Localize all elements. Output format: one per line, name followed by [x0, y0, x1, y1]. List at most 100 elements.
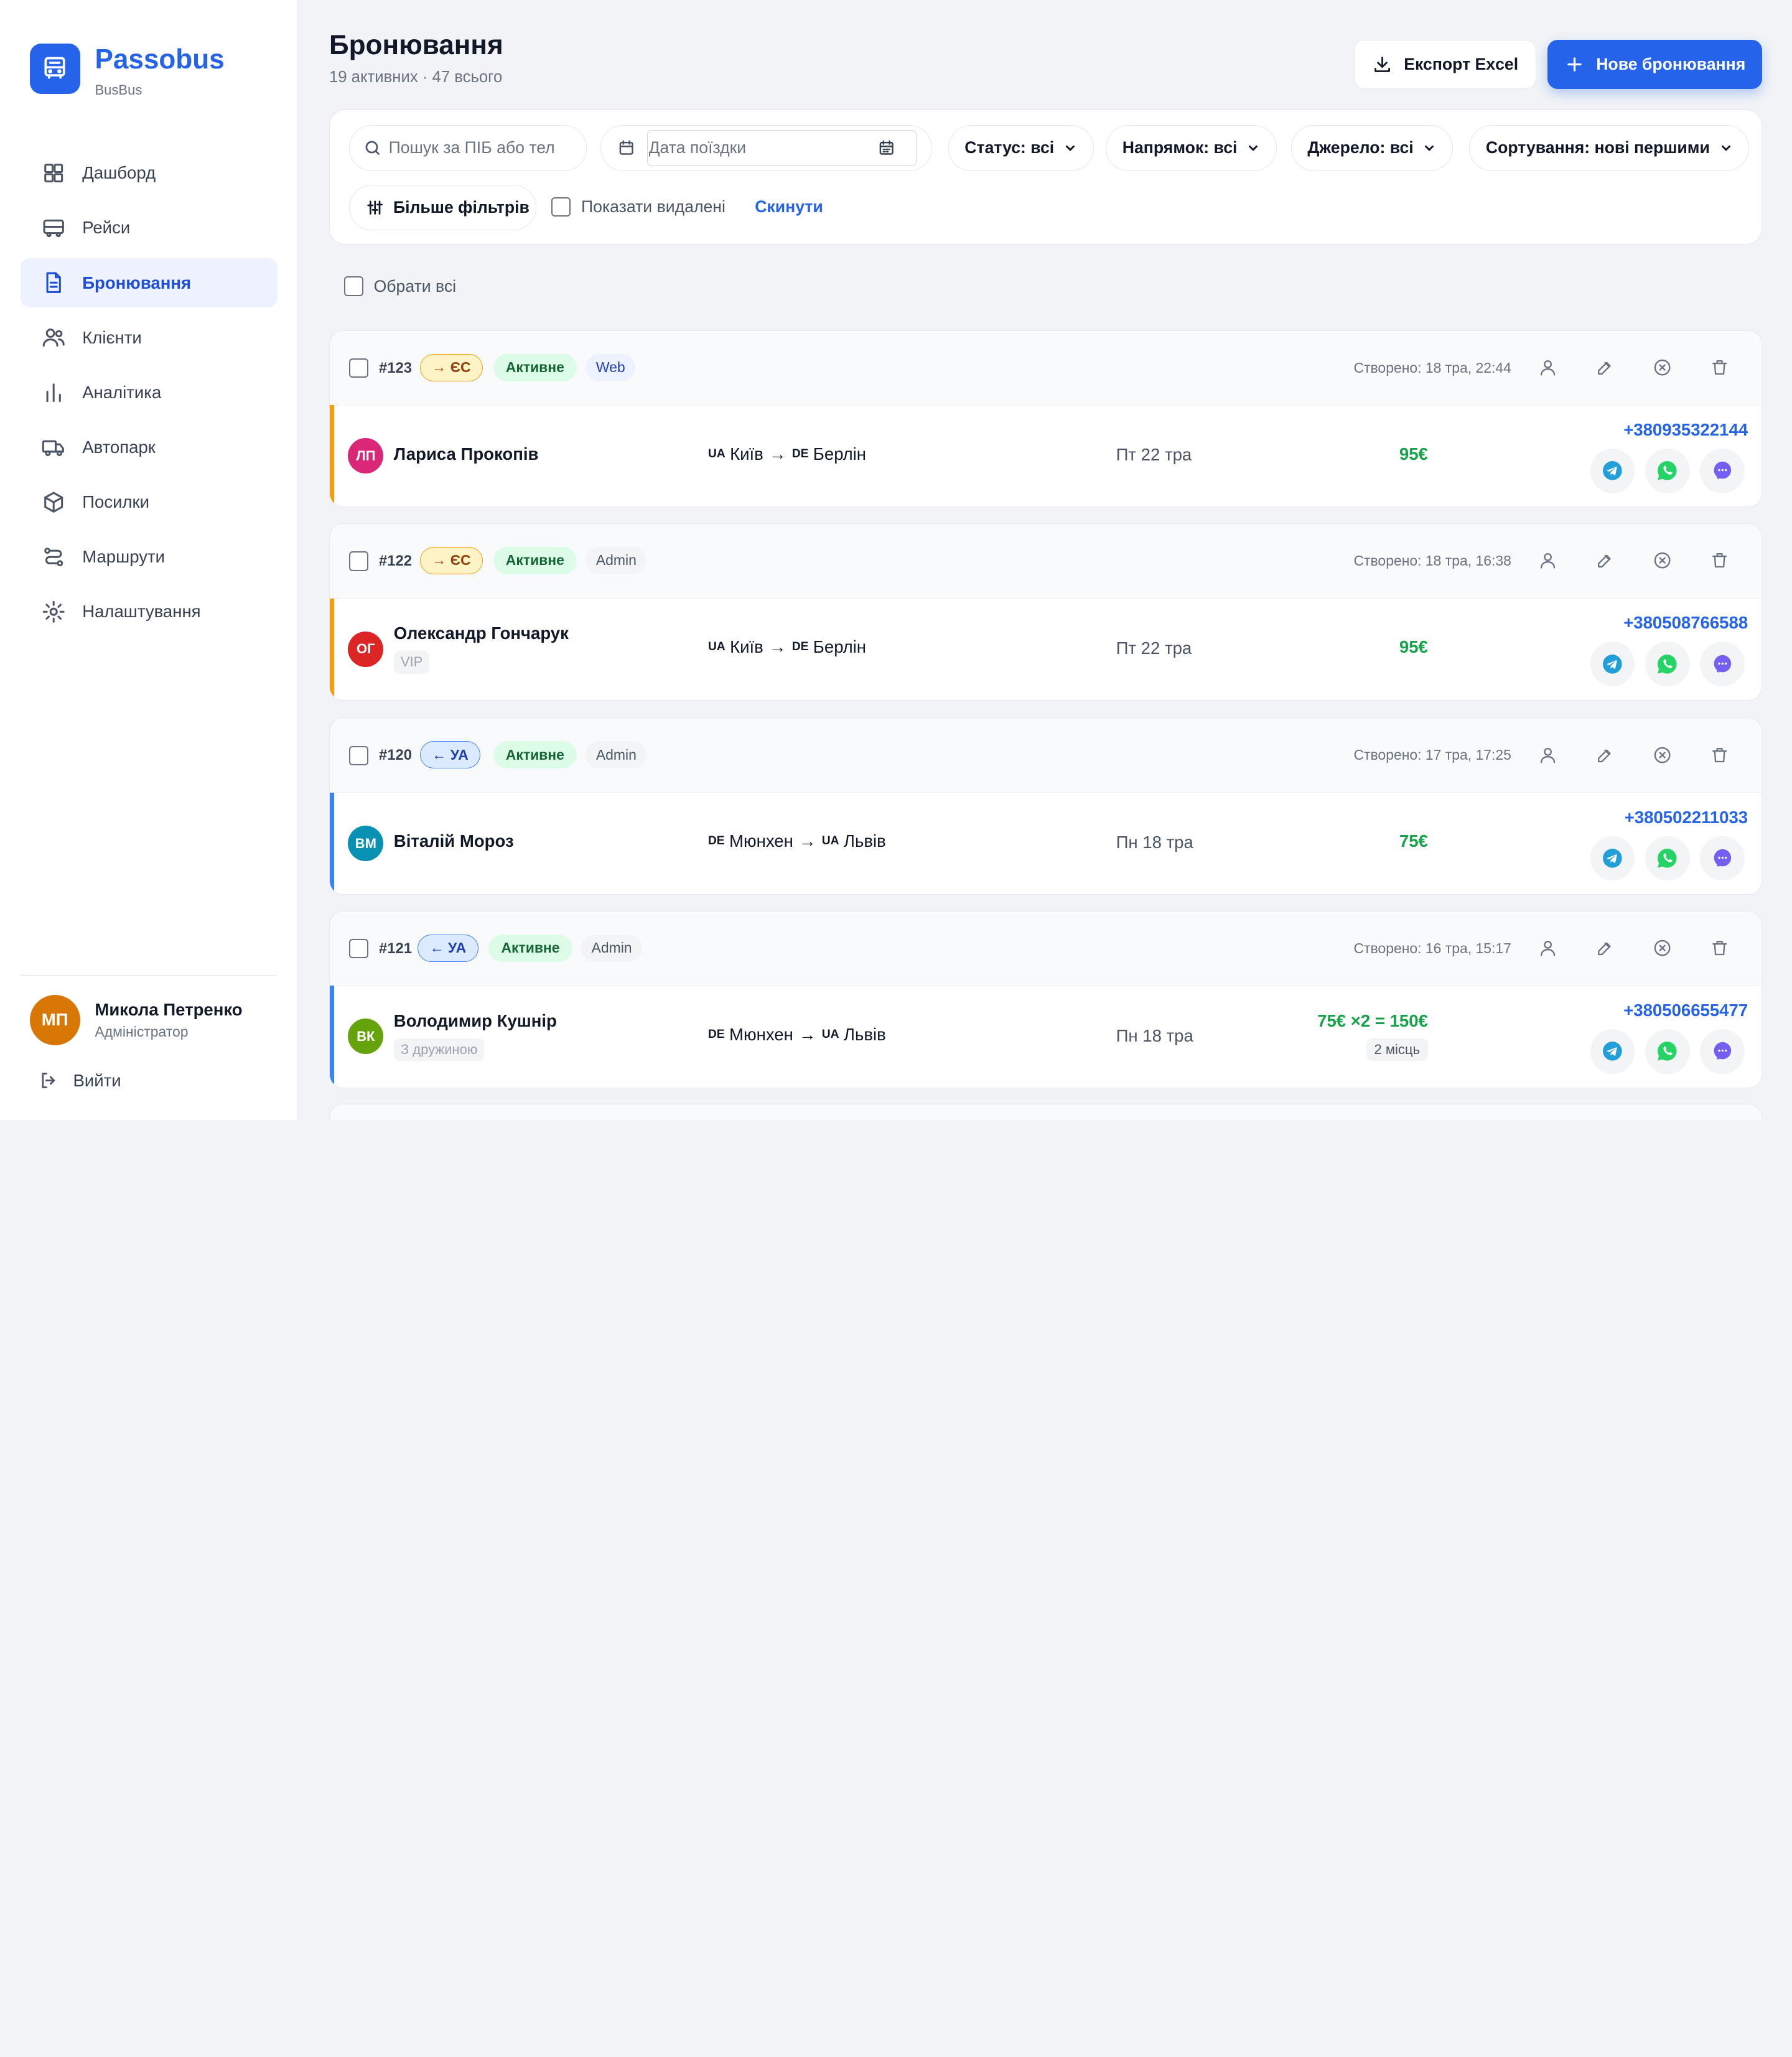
trash-icon: [1712, 360, 1727, 375]
avatar[interactable]: МП: [29, 994, 80, 1045]
bus-icon: [43, 220, 64, 238]
assign-client-button[interactable]: [1536, 355, 1561, 380]
select-all-label: Обрати всі: [373, 276, 457, 296]
grid-icon: [44, 164, 63, 183]
edit-booking-button[interactable]: [1593, 548, 1618, 573]
logout-label: Вийти: [73, 1070, 121, 1090]
to-city: Львів: [843, 1024, 886, 1044]
show-deleted-toggle[interactable]: Показати видалені: [551, 197, 726, 217]
sidebar-item-5[interactable]: Автопарк: [21, 422, 278, 472]
client-name[interactable]: Олександр Гончарук: [394, 623, 569, 643]
sidebar-item-8[interactable]: Налаштування: [21, 587, 278, 637]
to-country-code: UA: [821, 1027, 839, 1041]
booking-checkbox[interactable]: [349, 745, 369, 765]
client-tag: З дружиною: [393, 1038, 485, 1061]
telegram-button[interactable]: [1590, 448, 1635, 493]
search-input[interactable]: [388, 138, 572, 158]
telegram-button[interactable]: [1590, 641, 1635, 686]
trash-icon: [1712, 941, 1727, 956]
direction-badge: ← УА: [420, 741, 481, 769]
logout-button[interactable]: Вийти: [21, 1070, 278, 1091]
booking-card[interactable]: #120 ← УА Активне Admin Створено: 17 тра, 17…: [329, 717, 1763, 895]
viber-button[interactable]: [1700, 641, 1745, 686]
delete-booking-button[interactable]: [1707, 548, 1732, 573]
sidebar-item-2[interactable]: Бронювання: [21, 258, 278, 308]
viber-button[interactable]: [1700, 836, 1745, 881]
phone-link[interactable]: +380935322144: [1623, 420, 1748, 440]
whatsapp-button[interactable]: [1645, 448, 1690, 493]
export-excel-button[interactable]: Експорт Excel: [1354, 40, 1536, 90]
assign-client-button[interactable]: [1536, 935, 1561, 960]
sidebar-item-4[interactable]: Аналітика: [21, 368, 278, 417]
delete-booking-button[interactable]: [1707, 742, 1732, 767]
sort-select[interactable]: Сортування: нові першими: [1469, 125, 1750, 171]
status-filter-select[interactable]: Статус: всі: [948, 125, 1094, 171]
more-filters-button[interactable]: Більше фільтрів: [349, 184, 537, 231]
assign-client-button[interactable]: [1536, 548, 1561, 573]
booking-card[interactable]: #123 → ЄС Активне Web Створено: 18 тра, 22:4…: [329, 330, 1763, 508]
brand[interactable]: Passobus BusBus: [29, 43, 225, 98]
whatsapp-button[interactable]: [1645, 1029, 1690, 1074]
cancel-booking-button[interactable]: [1650, 548, 1674, 573]
viber-button[interactable]: [1700, 1029, 1745, 1074]
telegram-button[interactable]: [1590, 1029, 1635, 1074]
source-filter-label: Джерело: всі: [1307, 138, 1414, 157]
from-country-code: UA: [707, 640, 726, 654]
booking-card[interactable]: [329, 1104, 1763, 1120]
booking-header: #121 ← УА Активне Admin Створено: 16 тра, 15…: [329, 911, 1762, 986]
assign-client-button[interactable]: [1536, 742, 1561, 767]
client-name[interactable]: Віталій Мороз: [394, 831, 514, 851]
date-picker-icon[interactable]: [877, 139, 895, 157]
booking-card[interactable]: #122 → ЄС Активне Admin Створено: 18 тра, 16…: [329, 523, 1763, 701]
sidebar-item-7[interactable]: Маршрути: [21, 533, 278, 582]
sidebar-item-1[interactable]: Рейси: [21, 203, 278, 253]
route: UA Київ → DE Берлін: [708, 637, 866, 657]
sidebar-nav: Дашборд Рейси Бронювання Клієнти Аналітика Ав…: [21, 149, 278, 642]
status-badge: Активне: [493, 546, 577, 574]
booking-id: #121: [378, 940, 412, 957]
booking-card[interactable]: #121 ← УА Активне Admin Створено: 16 тра, 15…: [329, 910, 1763, 1088]
cancel-booking-button[interactable]: [1650, 935, 1674, 960]
arrow-right-icon: →: [799, 1024, 816, 1044]
whatsapp-button[interactable]: [1645, 641, 1690, 686]
trip-date-input[interactable]: [648, 138, 877, 158]
sidebar-item-label: Клієнти: [82, 327, 142, 347]
select-all-checkbox[interactable]: [343, 276, 364, 296]
booking-checkbox[interactable]: [349, 358, 369, 378]
edit-icon: [1598, 749, 1611, 762]
edit-booking-button[interactable]: [1593, 935, 1618, 960]
show-deleted-label: Показати видалені: [581, 197, 726, 216]
viber-button[interactable]: [1700, 448, 1745, 493]
source-filter-select[interactable]: Джерело: всі: [1290, 125, 1454, 171]
sidebar-item-label: Бронювання: [82, 273, 192, 292]
client-name[interactable]: Володимир Кушнір: [394, 1011, 557, 1031]
cancel-booking-button[interactable]: [1650, 355, 1674, 380]
reset-filters-link[interactable]: Скинути: [755, 197, 823, 217]
telegram-button[interactable]: [1590, 836, 1635, 881]
cancel-booking-button[interactable]: [1650, 742, 1674, 767]
phone-link[interactable]: +380506655477: [1623, 1001, 1748, 1020]
client-name[interactable]: Лариса Прокопів: [394, 444, 539, 464]
direction-filter-select[interactable]: Напрямок: всі: [1106, 125, 1277, 171]
new-booking-button[interactable]: Нове бронювання: [1547, 40, 1763, 90]
trip-date: Пт 22 тра: [1116, 445, 1192, 465]
edit-booking-button[interactable]: [1593, 355, 1618, 380]
delete-booking-button[interactable]: [1707, 935, 1732, 960]
phone-link[interactable]: +380508766588: [1623, 613, 1748, 633]
phone-link[interactable]: +380502211033: [1625, 808, 1748, 828]
sidebar-item-3[interactable]: Клієнти: [21, 313, 278, 362]
brand-sub: BusBus: [95, 82, 142, 98]
delete-booking-button[interactable]: [1707, 355, 1732, 380]
sidebar-item-label: Посилки: [82, 492, 149, 512]
sidebar-item-0[interactable]: Дашборд: [21, 149, 278, 198]
sidebar-item-6[interactable]: Посилки: [21, 478, 278, 527]
user-name: Микола Петренко: [95, 1000, 243, 1020]
select-all-toggle[interactable]: Обрати всі: [343, 276, 457, 296]
edit-booking-button[interactable]: [1593, 742, 1618, 767]
route: DE Мюнхен → UA Львів: [708, 831, 886, 851]
whatsapp-button[interactable]: [1645, 836, 1690, 881]
booking-checkbox[interactable]: [349, 938, 369, 959]
booking-checkbox[interactable]: [349, 551, 369, 571]
show-deleted-checkbox[interactable]: [551, 197, 571, 217]
booking-body: ОГ Олександр Гончарук VIP UA Київ → DE Берлін Пт…: [330, 599, 1762, 700]
